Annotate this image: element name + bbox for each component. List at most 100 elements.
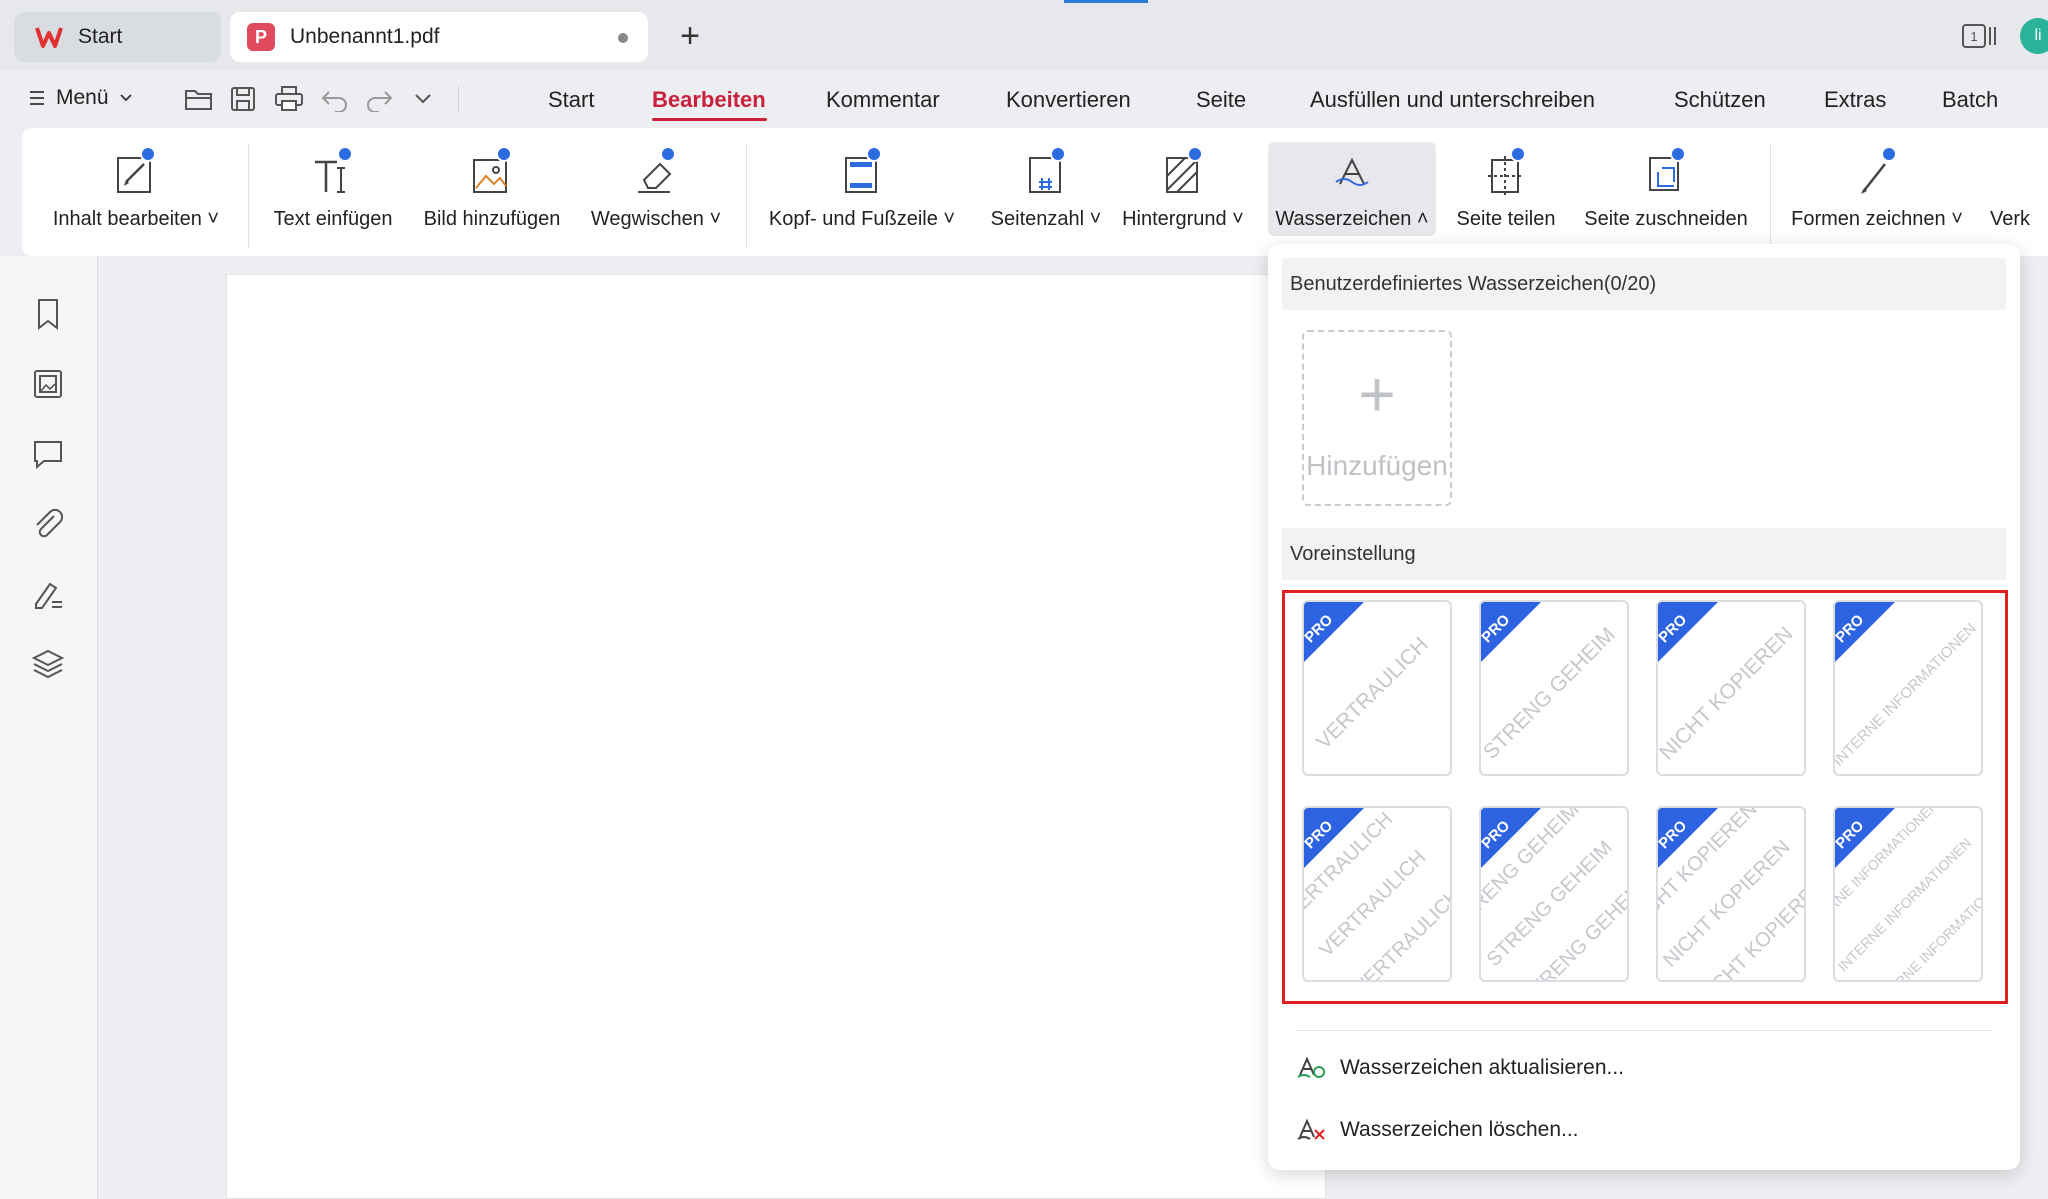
formen-zeichnen-button[interactable]: Formen zeichnen ˅: [1784, 142, 1970, 236]
tab-document[interactable]: P Unbenannt1.pdf: [230, 12, 648, 62]
label: Kopf- und Fußzeile ˅: [768, 208, 956, 230]
preset-header: Voreinstellung: [1282, 528, 2006, 580]
tab-kommentar[interactable]: Kommentar: [826, 84, 940, 116]
tab-bearbeiten[interactable]: Bearbeiten: [652, 84, 766, 116]
header-footer-icon: [840, 146, 884, 196]
preset-watermark-4[interactable]: INTERNE INFORMATIONEN PRO: [1833, 600, 1983, 776]
preset-watermark-6[interactable]: STRENG GEHEIM STRENG GEHEIM STRENG GEHEIM P…: [1479, 806, 1629, 982]
inhalt-bearbeiten-button[interactable]: Inhalt bearbeiten ˅: [44, 142, 228, 236]
loading-indicator: [1064, 0, 1148, 3]
watermark-icon: [1330, 146, 1374, 196]
preset-watermark-5[interactable]: VERTRAULICH VERTRAULICH VERTRAULICH PRO: [1302, 806, 1452, 982]
comment-icon[interactable]: [30, 436, 66, 472]
tab-label: Unbenannt1.pdf: [290, 25, 440, 48]
draw-shapes-icon: [1855, 146, 1899, 196]
open-folder-icon[interactable]: [182, 82, 216, 116]
image-add-icon: [470, 146, 514, 196]
menu-label: Menü: [56, 86, 109, 109]
label: Seite zuschneiden: [1584, 208, 1748, 230]
watermark-text: VERTRAULICH: [1312, 633, 1433, 754]
seite-teilen-button[interactable]: Seite teilen: [1444, 142, 1568, 236]
undo-icon[interactable]: [318, 82, 352, 116]
tab-extras[interactable]: Extras: [1824, 84, 1886, 116]
watermark-text-tile: NICHT KOPIEREN: [1659, 836, 1795, 972]
bookmark-icon[interactable]: [30, 296, 66, 332]
label: Verk: [1990, 208, 2031, 230]
delete-label: Wasserzeichen löschen...: [1340, 1118, 1579, 1141]
document-page[interactable]: [226, 274, 1326, 1199]
text-insert-icon: [311, 146, 355, 196]
watermark-text: STRENG GEHEIM: [1481, 623, 1620, 764]
attachment-icon[interactable]: [30, 506, 66, 542]
signature-icon[interactable]: [30, 576, 66, 612]
layers-icon[interactable]: [30, 646, 66, 682]
wegwischen-button[interactable]: Wegwischen ˅: [582, 142, 730, 236]
kopf-fusszeile-button[interactable]: Kopf- und Fußzeile ˅: [762, 142, 962, 236]
divider: [1770, 144, 1771, 248]
chevron-down-icon: [119, 94, 132, 102]
tab-konvertieren[interactable]: Konvertieren: [1006, 84, 1131, 116]
add-watermark-button[interactable]: + Hinzufügen: [1302, 330, 1452, 506]
wps-logo-icon: [34, 22, 64, 52]
preset-watermark-8[interactable]: INTERNE INFORMATIONEN INTERNE INFORMATION…: [1833, 806, 1983, 982]
text-einfuegen-button[interactable]: Text einfügen: [262, 142, 404, 236]
tab-ausfuellen[interactable]: Ausfüllen und unterschreiben: [1310, 84, 1595, 116]
label: Formen zeichnen ˅: [1791, 208, 1963, 230]
watermark-text: INTERNE INFORMATIONEN: [1835, 620, 1980, 770]
window-count: 1: [1970, 29, 1977, 44]
label: Wegwischen ˅: [590, 208, 722, 230]
label: Text einfügen: [273, 208, 393, 230]
tab-seite[interactable]: Seite: [1196, 84, 1246, 116]
unsaved-dot-icon[interactable]: [618, 33, 628, 43]
watermark-refresh-icon: [1297, 1056, 1325, 1078]
bild-hinzufuegen-button[interactable]: Bild hinzufügen: [412, 142, 572, 236]
wasserzeichen-button[interactable]: Wasserzeichen ˄: [1268, 142, 1436, 236]
tab-start-ribbon[interactable]: Start: [548, 84, 594, 116]
pdf-file-icon: P: [246, 22, 276, 52]
page-number-icon: [1024, 146, 1068, 196]
thumbnails-icon[interactable]: [30, 366, 66, 402]
tab-start[interactable]: Start: [14, 12, 221, 62]
tab-schuetzen[interactable]: Schützen: [1674, 84, 1766, 116]
new-tab-plus-icon[interactable]: +: [668, 14, 712, 58]
update-watermark-item[interactable]: Wasserzeichen aktualisieren...: [1296, 1048, 1624, 1088]
watermark-text: NICHT KOPIEREN: [1658, 622, 1798, 764]
save-icon[interactable]: [226, 82, 260, 116]
plus-icon: +: [1358, 358, 1396, 430]
background-icon: [1161, 146, 1205, 196]
quick-access-chevron-icon[interactable]: [406, 82, 440, 116]
verknuepfen-button[interactable]: Verk: [1990, 142, 2048, 236]
delete-watermark-item[interactable]: Wasserzeichen löschen...: [1296, 1110, 1579, 1150]
active-tab-indicator: [652, 118, 767, 121]
label: Seite teilen: [1456, 208, 1556, 230]
redo-icon[interactable]: [362, 82, 396, 116]
watermark-text-tile: STRENG GEHEIM: [1483, 837, 1617, 971]
preset-watermark-3[interactable]: NICHT KOPIEREN PRO: [1656, 600, 1806, 776]
preset-watermark-1[interactable]: VERTRAULICH PRO: [1302, 600, 1452, 776]
watermark-text-tile: INTERNE INFORMATIONEN: [1835, 835, 1974, 975]
seitenzahl-button[interactable]: Seitenzahl ˅: [976, 142, 1116, 236]
eraser-icon: [634, 146, 678, 196]
print-icon[interactable]: [272, 82, 306, 116]
hintergrund-button[interactable]: Hintergrund ˅: [1116, 142, 1250, 236]
add-label: Hinzufügen: [1306, 450, 1448, 481]
tab-label: Start: [78, 25, 123, 48]
avatar[interactable]: li: [2020, 18, 2048, 54]
menu-button[interactable]: Menü: [28, 82, 133, 114]
label: Wasserzeichen ˄: [1275, 208, 1429, 230]
hamburger-icon: [30, 91, 44, 105]
edit-content-icon: [114, 146, 158, 196]
divider: [1296, 1030, 1992, 1031]
divider: [746, 144, 747, 248]
tab-batch[interactable]: Batch: [1942, 84, 1998, 116]
divider: [248, 144, 249, 248]
label: Hintergrund ˅: [1122, 208, 1244, 230]
preset-watermark-2[interactable]: STRENG GEHEIM PRO: [1479, 600, 1629, 776]
window-layout-icon[interactable]: 1: [1962, 22, 1998, 50]
divider: [458, 86, 459, 112]
label: Seitenzahl ˅: [990, 208, 1102, 230]
preset-watermark-7[interactable]: NICHT KOPIERENNICHT KOPIERENNICHT KOPIER…: [1656, 806, 1806, 982]
label: Inhalt bearbeiten ˅: [52, 208, 220, 230]
crop-page-icon: [1644, 146, 1688, 196]
seite-zuschneiden-button[interactable]: Seite zuschneiden: [1576, 142, 1756, 236]
